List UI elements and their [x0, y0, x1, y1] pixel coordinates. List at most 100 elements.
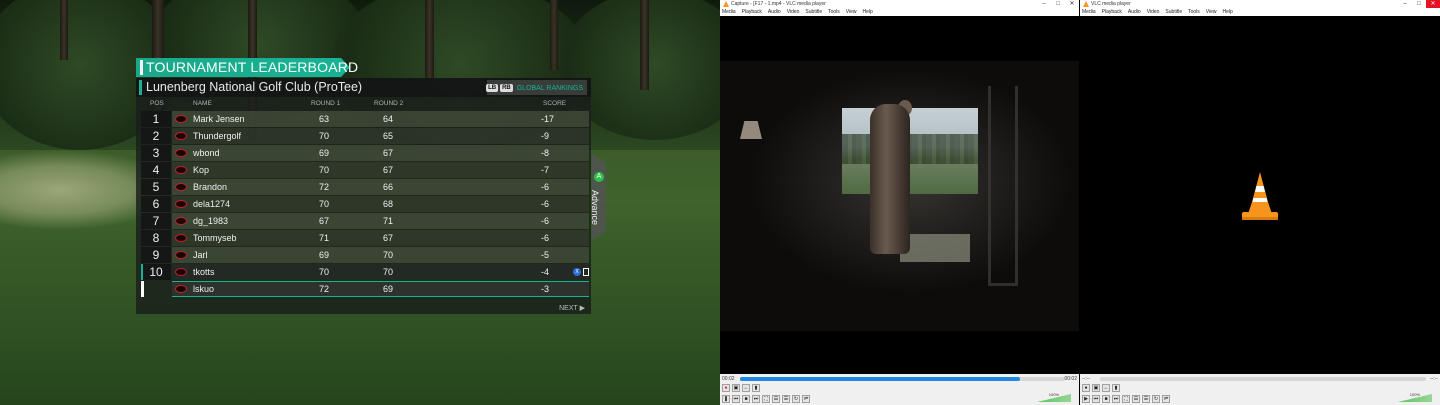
club-logo-icon [175, 183, 187, 191]
leaderboard-row[interactable]: 1 Mark Jensen 63 64 -17 [141, 111, 589, 127]
volume-fill [1398, 394, 1432, 402]
round1-score: 70 [319, 131, 330, 141]
menu-tools[interactable]: Tools [828, 8, 840, 16]
menu-media[interactable]: Media [1082, 8, 1096, 16]
loop-icon[interactable]: ↻ [792, 395, 800, 403]
menu-audio[interactable]: Audio [1128, 8, 1141, 16]
next-page-button[interactable]: NEXT ▶ [559, 304, 585, 312]
player-card-icons[interactable]: X [573, 268, 589, 276]
stop-icon[interactable]: ■ [1102, 395, 1110, 403]
menu-playback[interactable]: Playback [1102, 8, 1122, 16]
leaderboard-row[interactable]: 5 Brandon 72 66 -6 [141, 179, 589, 195]
menu-subtitle[interactable]: Subtitle [1165, 8, 1182, 16]
stop-icon[interactable]: ■ [742, 395, 750, 403]
leaderboard-row[interactable]: 2 Thundergolf 70 65 -9 [141, 128, 589, 144]
maximize-button[interactable]: □ [1051, 0, 1065, 8]
leaderboard-row[interactable]: 6 dela1274 70 68 -6 [141, 196, 589, 212]
menu-view[interactable]: View [1206, 8, 1217, 16]
seek-bar[interactable] [740, 377, 1065, 381]
loop-ab-icon[interactable]: ↔ [742, 384, 750, 392]
position: 8 [152, 231, 160, 245]
next-icon[interactable]: ⏭ [1112, 395, 1120, 403]
frame-step-icon[interactable]: ▮ [1112, 384, 1120, 392]
window-controls: – □ ✕ [1398, 0, 1440, 8]
header-name: NAME [193, 100, 212, 107]
close-button[interactable]: ✕ [1426, 0, 1440, 8]
chevron-right-icon: ▶ [579, 305, 585, 312]
total-score: -7 [541, 165, 550, 175]
shuffle-icon[interactable]: ⇌ [1162, 395, 1170, 403]
global-rankings-toggle[interactable]: LB RB GLOBAL RANKINGS [486, 81, 583, 95]
leaderboard-row[interactable]: 7 dg_1983 67 71 -6 [141, 213, 589, 229]
loop-icon[interactable]: ↻ [1152, 395, 1160, 403]
next-label: NEXT [559, 305, 578, 312]
menu-video[interactable]: Video [1147, 8, 1160, 16]
menu-playback[interactable]: Playback [742, 8, 762, 16]
snapshot-icon[interactable]: ▣ [1092, 384, 1100, 392]
shuffle-icon[interactable]: ⇌ [802, 395, 810, 403]
menu-help[interactable]: Help [1223, 8, 1233, 16]
extended-settings-icon[interactable]: ☰ [772, 395, 780, 403]
menu-video[interactable]: Video [787, 8, 800, 16]
playlist-icon[interactable]: ☰ [782, 395, 790, 403]
previous-icon[interactable]: ⏮ [1092, 395, 1100, 403]
video-area[interactable] [1080, 16, 1440, 374]
leaderboard-row-selected[interactable]: lskuo 72 69 -3 [141, 281, 589, 297]
menu-subtitle[interactable]: Subtitle [805, 8, 822, 16]
menu-audio[interactable]: Audio [768, 8, 781, 16]
snapshot-icon[interactable]: ▣ [732, 384, 740, 392]
leaderboard-row[interactable]: 8 Tommyseb 71 67 -6 [141, 230, 589, 246]
tree-trunk [60, 0, 68, 60]
row-body [172, 162, 589, 178]
loop-ab-icon[interactable]: ↔ [1102, 384, 1110, 392]
row-body [172, 264, 589, 280]
player-name: tkotts [193, 267, 215, 277]
rack-frame [988, 86, 1018, 286]
volume-slider[interactable] [1398, 394, 1432, 402]
x-button-icon: X [573, 268, 581, 276]
playlist-icon[interactable]: ☰ [1142, 395, 1150, 403]
maximize-button[interactable]: □ [1412, 0, 1426, 8]
volume-slider[interactable] [1037, 394, 1071, 402]
row-body [172, 281, 589, 297]
total-score: -6 [541, 216, 550, 226]
record-icon[interactable]: ● [722, 384, 730, 392]
tree-trunk [640, 0, 649, 90]
advance-label[interactable]: Advance [590, 190, 600, 225]
play-icon[interactable]: ▶ [1082, 395, 1090, 403]
header-score: SCORE [543, 100, 567, 107]
fullscreen-icon[interactable]: ⛶ [1122, 395, 1130, 403]
row-body [172, 196, 589, 212]
leaderboard-row[interactable]: 3 wbond 69 67 -8 [141, 145, 589, 161]
minimize-button[interactable]: – [1398, 0, 1412, 8]
total-score: -6 [541, 182, 550, 192]
previous-icon[interactable]: ⏮ [732, 395, 740, 403]
leaderboard-row[interactable]: 9 Jarl 69 70 -5 [141, 247, 589, 263]
close-button[interactable]: ✕ [1065, 0, 1079, 8]
frame-step-icon[interactable]: ▮ [752, 384, 760, 392]
fullscreen-icon[interactable]: ⛶ [762, 395, 770, 403]
player-name: Tommyseb [193, 233, 237, 243]
round2-score: 64 [383, 114, 394, 124]
leaderboard-row-current-player[interactable]: 10 tkotts 70 70 -4 X [141, 264, 589, 280]
vlc-window-capture: Capture - [F17 - 1.mp4 - VLC media playe… [720, 0, 1079, 405]
menu-help[interactable]: Help [863, 8, 873, 16]
menu-view[interactable]: View [846, 8, 857, 16]
round2-score: 70 [383, 250, 394, 260]
window-controls: – □ ✕ [1037, 0, 1079, 8]
menu-media[interactable]: Media [722, 8, 736, 16]
menu-tools[interactable]: Tools [1188, 8, 1200, 16]
video-area[interactable] [720, 16, 1079, 374]
pause-icon[interactable]: ❚ [722, 395, 730, 403]
row-body [172, 247, 589, 263]
club-logo-icon [175, 132, 187, 140]
round2-score: 71 [383, 216, 394, 226]
leaderboard-row[interactable]: 4 Kop 70 67 -7 [141, 162, 589, 178]
minimize-button[interactable]: – [1037, 0, 1051, 8]
record-icon[interactable]: ● [1082, 384, 1090, 392]
position: 9 [152, 248, 160, 262]
a-button-icon: A [594, 172, 604, 182]
next-icon[interactable]: ⏭ [752, 395, 760, 403]
seek-bar[interactable] [1100, 377, 1426, 381]
extended-settings-icon[interactable]: ☰ [1132, 395, 1140, 403]
